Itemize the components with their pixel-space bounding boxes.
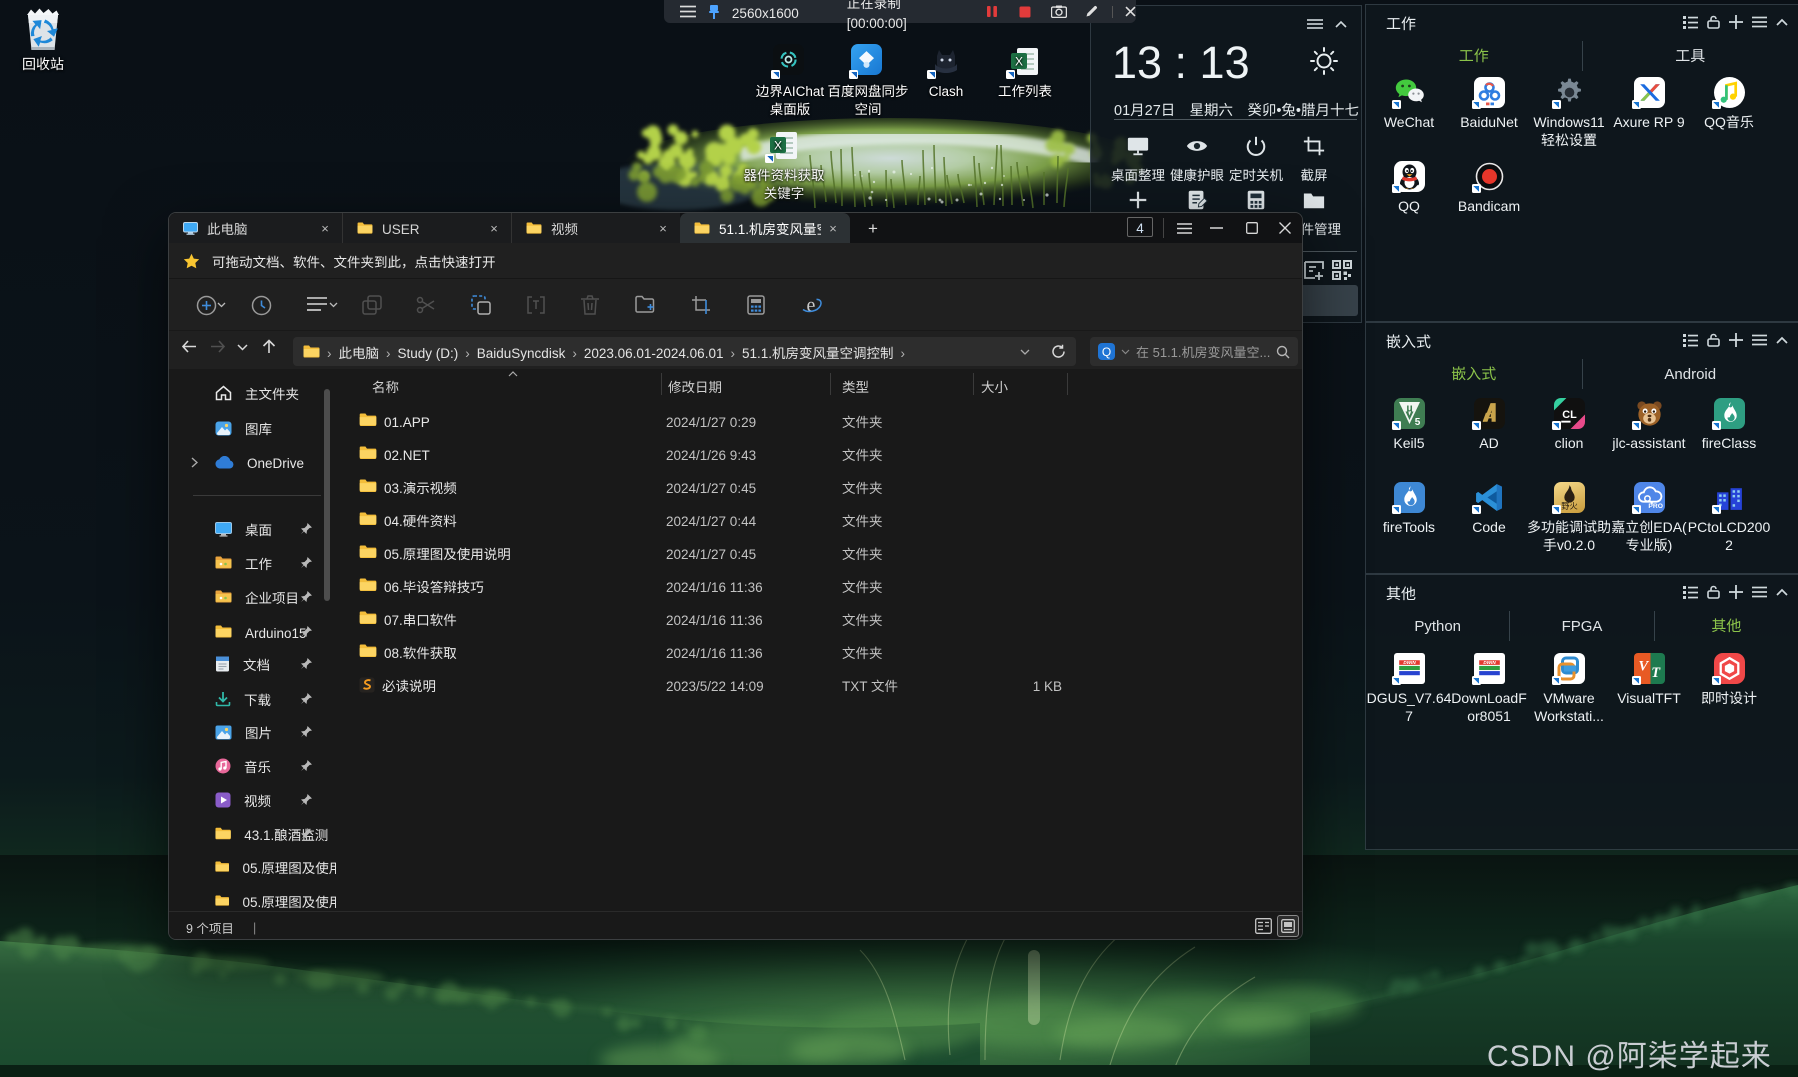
svg-text:CL: CL [1562,409,1577,421]
svg-text:DWIN: DWIN [1483,660,1496,665]
svg-text:V: V [1638,659,1649,675]
svg-text:5: 5 [1414,417,1420,428]
svg-text:DWIN: DWIN [1403,660,1416,665]
svg-text:X: X [1015,55,1023,69]
svg-text:PRO: PRO [1648,503,1663,510]
svg-text:野火: 野火 [1561,500,1578,512]
svg-text:X: X [774,139,782,153]
svg-text:T: T [1651,665,1661,681]
